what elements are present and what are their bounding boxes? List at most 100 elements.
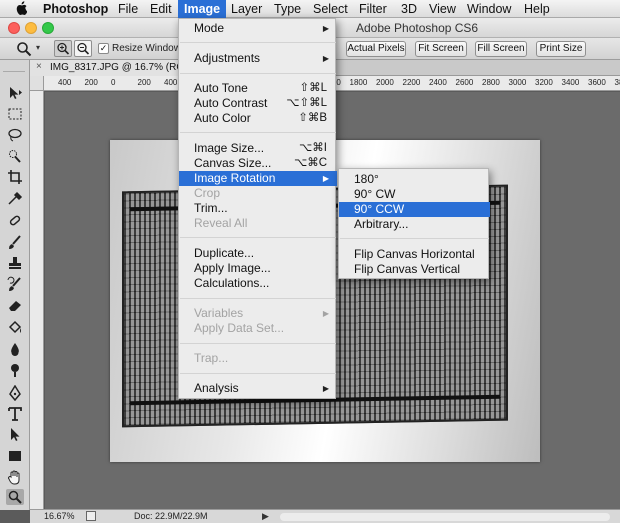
- eraser-icon[interactable]: [6, 297, 24, 313]
- menu-layer[interactable]: Layer: [231, 2, 262, 16]
- submenu-arrow-icon: ▶: [322, 54, 329, 63]
- status-menu-arrow-icon[interactable]: ▶: [262, 511, 269, 522]
- brush-tool-icon[interactable]: [6, 234, 24, 250]
- ruler-tick-label: 3200: [535, 78, 553, 87]
- menu-item-duplicate[interactable]: Duplicate...: [179, 246, 337, 261]
- shape-tool-icon[interactable]: [6, 448, 24, 464]
- menu-item-analysis[interactable]: Analysis ▶: [179, 381, 337, 396]
- menu-view[interactable]: View: [429, 2, 456, 16]
- menu-item-calculations[interactable]: Calculations...: [179, 276, 337, 291]
- menu-item-shortcut: ⌥⇧⌘L: [286, 97, 327, 109]
- eyedropper-icon[interactable]: [6, 190, 24, 206]
- tool-preset-caret-icon[interactable]: ▾: [36, 43, 40, 52]
- menu-item-reveal-all[interactable]: Reveal All: [179, 216, 337, 231]
- submenu-item-180[interactable]: 180°: [339, 172, 490, 187]
- submenu-item-label: 180°: [354, 172, 379, 186]
- menu-photoshop[interactable]: Photoshop: [43, 2, 108, 16]
- submenu-item-flip-horizontal[interactable]: Flip Canvas Horizontal: [339, 247, 490, 262]
- submenu-item-arbitrary[interactable]: Arbitrary...: [339, 217, 490, 232]
- zoom-out-icon[interactable]: [74, 40, 92, 57]
- ruler-tick-label: 1800: [349, 78, 368, 87]
- menu-item-trim[interactable]: Trim...: [179, 201, 337, 216]
- menu-item-label: Reveal All: [194, 216, 248, 230]
- submenu-arrow-icon: ▶: [322, 174, 329, 183]
- status-info-icon[interactable]: [86, 511, 96, 521]
- submenu-arrow-icon: ▶: [322, 309, 329, 318]
- menu-item-mode[interactable]: Mode ▶: [179, 21, 337, 36]
- submenu-item-label: Flip Canvas Horizontal: [354, 247, 475, 261]
- menu-separator: [180, 373, 336, 374]
- submenu-item-90-ccw[interactable]: 90° CCW: [339, 202, 490, 217]
- menu-item-auto-color[interactable]: Auto Color ⇧⌘B: [179, 111, 337, 126]
- history-brush-icon[interactable]: [6, 276, 24, 292]
- document-tab[interactable]: × IMG_8317.JPG @ 16.7% (RGB/8): [30, 60, 202, 76]
- close-tab-icon[interactable]: ×: [36, 61, 42, 72]
- menu-separator: [180, 343, 336, 344]
- menu-3d[interactable]: 3D: [401, 2, 417, 16]
- menu-item-auto-contrast[interactable]: Auto Contrast ⌥⇧⌘L: [179, 96, 337, 111]
- menu-item-image-rotation[interactable]: Image Rotation ▶: [179, 171, 337, 186]
- status-bar: 16.67% Doc: 22.9M/22.9M ▶: [30, 509, 620, 523]
- menu-help[interactable]: Help: [524, 2, 550, 16]
- menu-item-adjustments[interactable]: Adjustments ▶: [179, 51, 337, 66]
- menu-item-apply-data-set[interactable]: Apply Data Set...: [179, 321, 337, 336]
- fit-screen-button[interactable]: Fit Screen: [415, 41, 467, 57]
- zoom-in-icon[interactable]: [54, 40, 72, 57]
- ruler-origin[interactable]: [30, 76, 44, 91]
- menu-item-label: Trim...: [194, 201, 228, 215]
- menu-item-trap[interactable]: Trap...: [179, 351, 337, 366]
- menu-filter[interactable]: Filter: [359, 2, 387, 16]
- apple-icon[interactable]: [16, 1, 27, 15]
- hand-tool-icon[interactable]: [6, 469, 24, 485]
- ruler-tick-label: 2800: [482, 78, 500, 87]
- type-tool-icon[interactable]: [6, 406, 24, 422]
- blur-tool-icon[interactable]: [6, 341, 24, 357]
- ruler-tick-label: 2600: [455, 78, 474, 87]
- submenu-item-flip-vertical[interactable]: Flip Canvas Vertical: [339, 262, 490, 277]
- marquee-tool-icon[interactable]: [6, 106, 24, 122]
- ruler-tick-label: 400: [58, 78, 72, 87]
- paint-bucket-icon[interactable]: [6, 320, 24, 336]
- menu-select[interactable]: Select: [313, 2, 348, 16]
- vertical-ruler[interactable]: [30, 91, 44, 509]
- zoom-tool-icon[interactable]: [16, 41, 32, 57]
- zoom-window-button[interactable]: [42, 22, 54, 34]
- actual-pixels-button[interactable]: Actual Pixels: [346, 41, 406, 57]
- horizontal-scrollbar[interactable]: [280, 513, 610, 521]
- menu-item-auto-tone[interactable]: Auto Tone ⇧⌘L: [179, 81, 337, 96]
- menu-item-apply-image[interactable]: Apply Image...: [179, 261, 337, 276]
- crop-tool-icon[interactable]: [6, 169, 24, 185]
- menu-item-variables[interactable]: Variables ▶: [179, 306, 337, 321]
- close-window-button[interactable]: [8, 22, 20, 34]
- healing-brush-icon[interactable]: [6, 213, 24, 229]
- zoom-level[interactable]: 16.67%: [44, 511, 75, 521]
- move-tool-icon[interactable]: [6, 85, 24, 101]
- menu-item-label: Auto Contrast: [194, 96, 268, 110]
- menu-image[interactable]: Image: [178, 0, 227, 18]
- menu-item-label: Image Size...: [194, 141, 265, 155]
- lasso-tool-icon[interactable]: [6, 127, 24, 143]
- menu-item-image-size[interactable]: Image Size... ⌥⌘I: [179, 141, 337, 156]
- menu-file[interactable]: File: [118, 2, 138, 16]
- menu-separator: [180, 73, 336, 74]
- zoom-tool-panel-icon[interactable]: [6, 489, 24, 505]
- menu-edit[interactable]: Edit: [150, 2, 172, 16]
- menu-item-crop[interactable]: Crop: [179, 186, 337, 201]
- menu-window[interactable]: Window: [467, 2, 511, 16]
- resize-windows-checkbox[interactable]: ✓: [98, 43, 109, 54]
- fill-screen-button[interactable]: Fill Screen: [475, 41, 527, 57]
- print-size-button[interactable]: Print Size: [536, 41, 586, 57]
- panel-grip[interactable]: [3, 62, 25, 72]
- menu-type[interactable]: Type: [274, 2, 301, 16]
- submenu-item-90-cw[interactable]: 90° CW: [339, 187, 490, 202]
- image-menu-dropdown: Mode ▶ Adjustments ▶ Auto Tone ⇧⌘L Auto …: [178, 18, 337, 399]
- menu-item-label: Auto Color: [194, 111, 251, 125]
- quick-select-icon[interactable]: [6, 148, 24, 164]
- menu-item-canvas-size[interactable]: Canvas Size... ⌥⌘C: [179, 156, 337, 171]
- menu-separator: [180, 42, 336, 43]
- minimize-window-button[interactable]: [25, 22, 37, 34]
- path-select-icon[interactable]: [6, 427, 24, 443]
- dodge-tool-icon[interactable]: [6, 362, 24, 378]
- pen-tool-icon[interactable]: [6, 384, 24, 402]
- clone-stamp-icon[interactable]: [6, 255, 24, 271]
